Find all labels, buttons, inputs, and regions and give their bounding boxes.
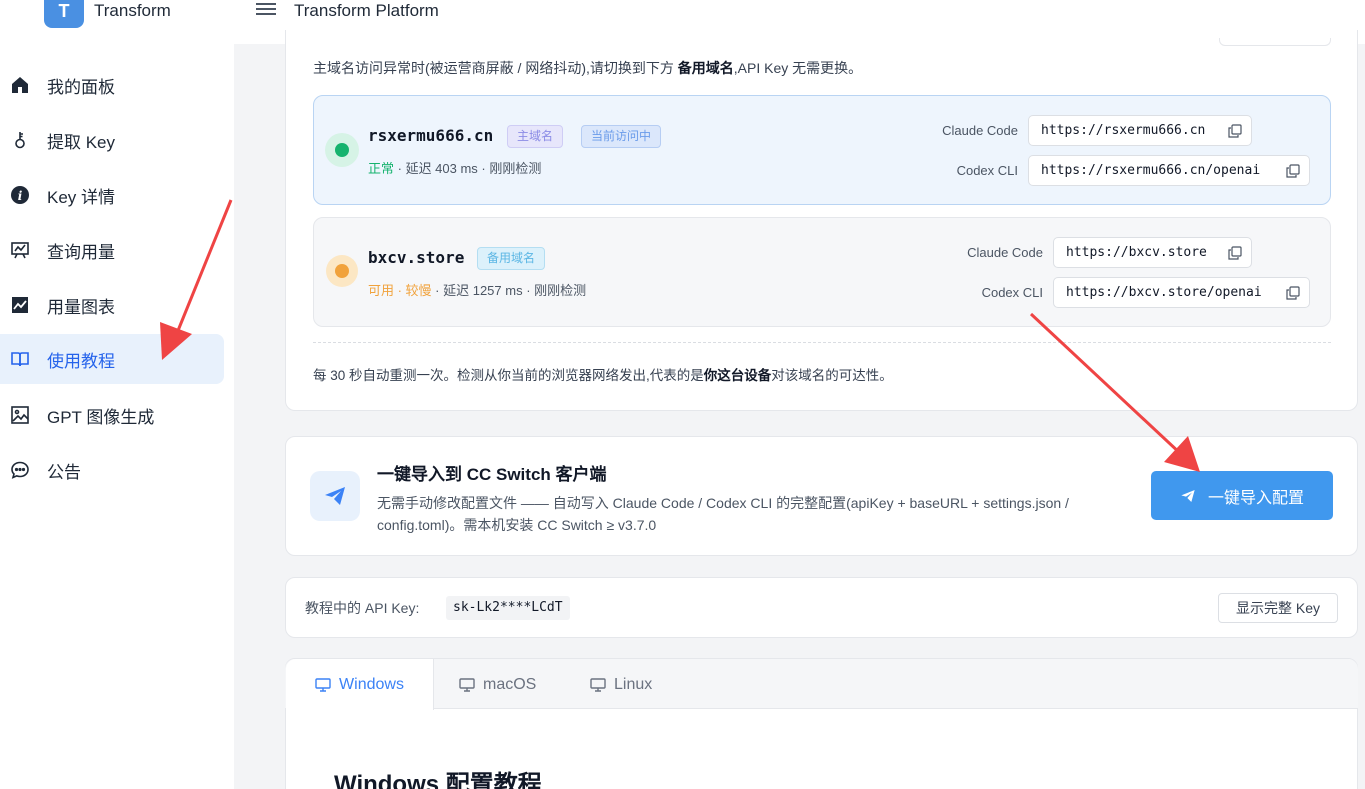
platform-title: Transform Platform <box>294 1 439 20</box>
primary-claude-url[interactable]: https://rsxermu666.cn <box>1028 115 1252 146</box>
info-icon: i <box>10 185 30 205</box>
os-tab-bar <box>285 659 1358 709</box>
copy-icon[interactable] <box>1228 124 1242 138</box>
sidebar-item-gpt-image[interactable]: GPT 图像生成 <box>0 390 224 440</box>
sidebar-item-extract-key[interactable]: 提取 Key <box>0 115 224 165</box>
backup-domain-name: bxcv.store <box>368 248 465 267</box>
claude-code-label: Claude Code <box>942 123 1018 138</box>
sidebar-item-label: GPT 图像生成 <box>47 407 155 427</box>
sidebar-item-label: 我的面板 <box>47 77 115 97</box>
tab-label: macOS <box>483 675 537 693</box>
status-warn-icon <box>326 255 358 287</box>
sidebar-item-label: 公告 <box>47 462 81 482</box>
sidebar-item-label: 查询用量 <box>47 242 115 262</box>
tab-macos[interactable]: macOS <box>459 659 536 710</box>
domain-intro-text: 主域名访问异常时(被运营商屏蔽 / 网络抖动),请切换到下方 备用域名,API … <box>313 60 863 76</box>
tab-label: Linux <box>614 675 653 693</box>
show-full-key-button[interactable]: 显示完整 Key <box>1218 593 1338 623</box>
home-icon <box>10 75 30 95</box>
windows-tutorial-title: Windows 配置教程 <box>334 771 542 789</box>
api-key-value: sk-Lk2****LCdT <box>446 596 570 620</box>
tab-windows[interactable]: Windows <box>286 659 434 710</box>
key-icon <box>10 130 30 150</box>
send-icon <box>310 471 360 521</box>
send-icon <box>1181 489 1195 502</box>
line-chart-icon <box>10 295 30 315</box>
import-description: 无需手动修改配置文件 —— 自动写入 Claude Code / Codex C… <box>377 495 1069 533</box>
monitor-icon <box>315 677 331 692</box>
sidebar-item-query-usage[interactable]: 查询用量 <box>0 225 224 275</box>
image-icon <box>10 405 30 425</box>
usage-board-icon <box>10 240 30 260</box>
logo[interactable]: T <box>44 0 84 28</box>
book-icon <box>10 349 30 369</box>
logo-letter: T <box>58 0 70 21</box>
sidebar-item-label: 使用教程 <box>47 351 115 371</box>
primary-domain-card <box>313 95 1331 205</box>
svg-text:i: i <box>18 189 23 203</box>
status-ok-icon <box>325 133 359 167</box>
sidebar-item-usage-chart[interactable]: 用量图表 <box>0 280 224 330</box>
copy-icon[interactable] <box>1286 286 1300 300</box>
backup-domain-card <box>313 217 1331 327</box>
sidebar-item-announcements[interactable]: 公告 <box>0 445 224 495</box>
api-key-label: 教程中的 API Key: <box>305 600 420 616</box>
copy-icon[interactable] <box>1228 246 1242 260</box>
panel-top-button[interactable] <box>1219 38 1331 46</box>
status-warn-text: 可用 · 较慢 <box>368 283 432 298</box>
copy-icon[interactable] <box>1286 164 1300 178</box>
codex-cli-label: Codex CLI <box>981 285 1043 300</box>
import-button-label: 一键导入配置 <box>1207 489 1304 507</box>
primary-domain-name: rsxermu666.cn <box>368 126 494 145</box>
primary-status-line: 正常 · 延迟 403 ms · 刚刚检测 <box>368 161 542 176</box>
sidebar-item-dashboard[interactable]: 我的面板 <box>0 60 224 110</box>
sidebar-item-label: Key 详情 <box>47 187 116 207</box>
sidebar: 我的面板 提取 Key i Key 详情 查询用量 用量图表 使用教程 GPT <box>0 44 234 789</box>
codex-cli-label: Codex CLI <box>956 163 1018 178</box>
brand-name: Transform <box>94 1 171 20</box>
sidebar-item-tutorial[interactable]: 使用教程 <box>0 334 224 384</box>
backup-status-line: 可用 · 较慢 · 延迟 1257 ms · 刚刚检测 <box>368 283 587 298</box>
tag-backup-domain: 备用域名 <box>477 247 546 270</box>
tab-linux[interactable]: Linux <box>590 659 652 710</box>
sidebar-item-label: 用量图表 <box>47 297 115 317</box>
tab-label: Windows <box>339 675 404 693</box>
primary-codex-url[interactable]: https://rsxermu666.cn/openai <box>1028 155 1310 186</box>
sidebar-item-label: 提取 Key <box>47 132 116 152</box>
sidebar-item-key-details[interactable]: i Key 详情 <box>0 170 224 220</box>
tag-current-access: 当前访问中 <box>581 125 662 148</box>
domain-footnote: 每 30 秒自动重测一次。检测从你当前的浏览器网络发出,代表的是你这台设备对该域… <box>313 368 893 383</box>
backup-claude-url[interactable]: https://bxcv.store <box>1053 237 1252 268</box>
divider <box>313 342 1331 343</box>
one-click-import-button[interactable]: 一键导入配置 <box>1151 471 1333 520</box>
claude-code-label: Claude Code <box>967 245 1043 260</box>
tag-main-domain: 主域名 <box>507 125 564 148</box>
backup-codex-url[interactable]: https://bxcv.store/openai <box>1053 277 1310 308</box>
chat-icon <box>10 460 30 480</box>
menu-toggle-icon[interactable] <box>256 0 276 20</box>
monitor-icon <box>459 677 475 692</box>
status-ok-text: 正常 <box>368 161 395 176</box>
monitor-icon <box>590 677 606 692</box>
import-title: 一键导入到 CC Switch 客户端 <box>377 465 607 484</box>
